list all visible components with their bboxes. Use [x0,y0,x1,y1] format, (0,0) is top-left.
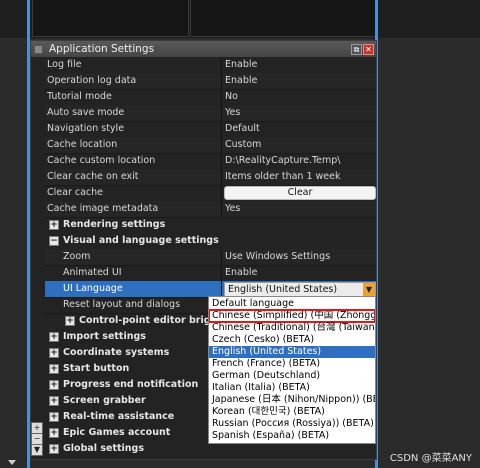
setting-value[interactable]: Enable [225,59,375,70]
language-dropdown-list[interactable]: Default language Chinese (Simplified) (中… [208,296,376,444]
setting-name: Auto save mode [47,107,125,118]
group-label: Control-point editor brigh [79,315,218,326]
expand-icon[interactable]: + [49,396,59,406]
setting-row-navigation-style[interactable]: Navigation style Default [45,121,376,138]
close-icon[interactable]: ✕ [363,44,374,55]
expand-icon[interactable]: + [49,380,59,390]
group-label: Rendering settings [63,219,166,230]
setting-row-clear-cache-on-exit[interactable]: Clear cache on exit Items older than 1 w… [45,169,376,186]
setting-name: Zoom [63,251,91,262]
setting-row-cache-location[interactable]: Cache location Custom [45,137,376,154]
dropdown-option[interactable]: Russian (Россия (Rossiya)) (BETA) [209,418,375,430]
setting-value[interactable]: Custom [225,139,375,150]
caret-down-icon [8,460,16,465]
group-label: Visual and language settings [63,235,219,246]
clear-cache-button[interactable]: Clear [224,186,376,200]
dropdown-option[interactable]: Italian (Italia) (BETA) [209,382,375,394]
setting-value[interactable]: D:\RealityCapture.Temp\ [225,155,375,166]
setting-name: UI Language [63,283,123,294]
setting-name: Cache image metadata [47,203,159,214]
scroll-down-icon[interactable]: ▼ [31,444,43,456]
expand-icon[interactable]: + [49,428,59,438]
group-visual-language-settings[interactable]: − Visual and language settings [31,233,376,249]
dropdown-option[interactable]: German (Deutschland) [209,370,375,382]
setting-value[interactable]: Use Windows Settings [225,251,375,262]
dropdown-option[interactable]: Czech (Česko) (BETA) [209,334,375,346]
setting-value[interactable]: Yes [225,203,375,214]
setting-name: Log file [47,59,82,70]
setting-name: Navigation style [47,123,125,134]
setting-value[interactable]: No [225,91,375,102]
expand-icon[interactable]: + [49,348,59,358]
ui-language-select[interactable]: English (United States) ▼ [224,282,376,297]
setting-value[interactable]: Enable [225,75,375,86]
group-label: Import settings [63,331,146,342]
setting-value[interactable]: Items older than 1 week [225,171,375,182]
setting-name: Cache custom location [47,155,156,166]
expand-icon[interactable]: + [49,412,59,422]
group-label: Epic Games account [63,427,171,438]
group-label: Coordinate systems [63,347,170,358]
setting-row-tutorial-mode[interactable]: Tutorial mode No [45,89,376,106]
group-label: Start button [63,363,130,374]
setting-row-cache-custom-location[interactable]: Cache custom location D:\RealityCapture.… [45,153,376,170]
group-label: Screen grabber [63,395,146,406]
dropdown-option-highlight-boxed[interactable]: Chinese (Simplified) (中国 (Zhōnggu [209,309,375,323]
setting-row-zoom[interactable]: Zoom Use Windows Settings [45,249,376,266]
setting-name: Cache location [47,139,118,150]
top-panel-left [32,0,189,37]
dropdown-arrow-icon[interactable]: ▼ [363,283,375,296]
expand-icon[interactable]: + [49,332,59,342]
group-rendering-settings[interactable]: + Rendering settings [31,217,376,233]
restore-icon[interactable]: ⧉ [351,44,362,55]
group-label: Global settings [63,443,145,454]
panel-collapse-icon[interactable] [34,45,43,54]
setting-name: Reset layout and dialogs [63,299,181,310]
setting-name: Clear cache [47,187,103,198]
dropdown-option[interactable]: Japanese (日本 (Nihon/Nippon)) (BE [209,394,375,406]
top-panel-right [190,0,376,37]
expand-icon[interactable]: + [49,364,59,374]
setting-row-operation-log[interactable]: Operation log data Enable [45,73,376,90]
setting-value[interactable]: Enable [225,267,375,278]
panel-titlebar[interactable]: Application Settings ⧉ ✕ [31,41,376,58]
dropdown-option[interactable]: Spanish (España) (BETA) [209,430,375,442]
group-label: Real-time assistance [63,411,175,422]
top-toolbar-area [0,0,480,38]
setting-name: Operation log data [47,75,137,86]
group-label: Progress end notification [63,379,199,390]
expand-icon[interactable]: + [65,316,75,326]
dropdown-option[interactable]: Default language [209,298,375,310]
expand-icon[interactable]: + [49,444,59,454]
setting-name: Tutorial mode [47,91,112,102]
select-value: English (United States) [228,284,338,295]
setting-row-animated-ui[interactable]: Animated UI Enable [45,265,376,282]
setting-value[interactable]: Yes [225,107,375,118]
dropdown-option[interactable]: French (France) (BETA) [209,358,375,370]
dropdown-option-selected[interactable]: English (United States) [209,346,375,358]
setting-row-log-file[interactable]: Log file Enable [45,57,376,74]
setting-value[interactable]: Default [225,123,375,134]
panel-title: Application Settings [49,43,155,55]
dropdown-option[interactable]: Korean (대한민국) (BETA) [209,406,375,418]
setting-row-cache-image-metadata[interactable]: Cache image metadata Yes [45,201,376,218]
setting-name: Animated UI [63,267,122,278]
setting-row-auto-save[interactable]: Auto save mode Yes [45,105,376,122]
collapse-icon[interactable]: − [49,236,59,246]
dropdown-option[interactable]: Chinese (Traditional) (台灣 (Taiwan) [209,322,375,334]
expand-icon[interactable]: + [49,220,59,230]
setting-row-clear-cache: Clear cache Clear [45,185,376,202]
watermark-text: CSDN @菜菜ANY [389,453,472,464]
setting-name: Clear cache on exit [47,171,139,182]
